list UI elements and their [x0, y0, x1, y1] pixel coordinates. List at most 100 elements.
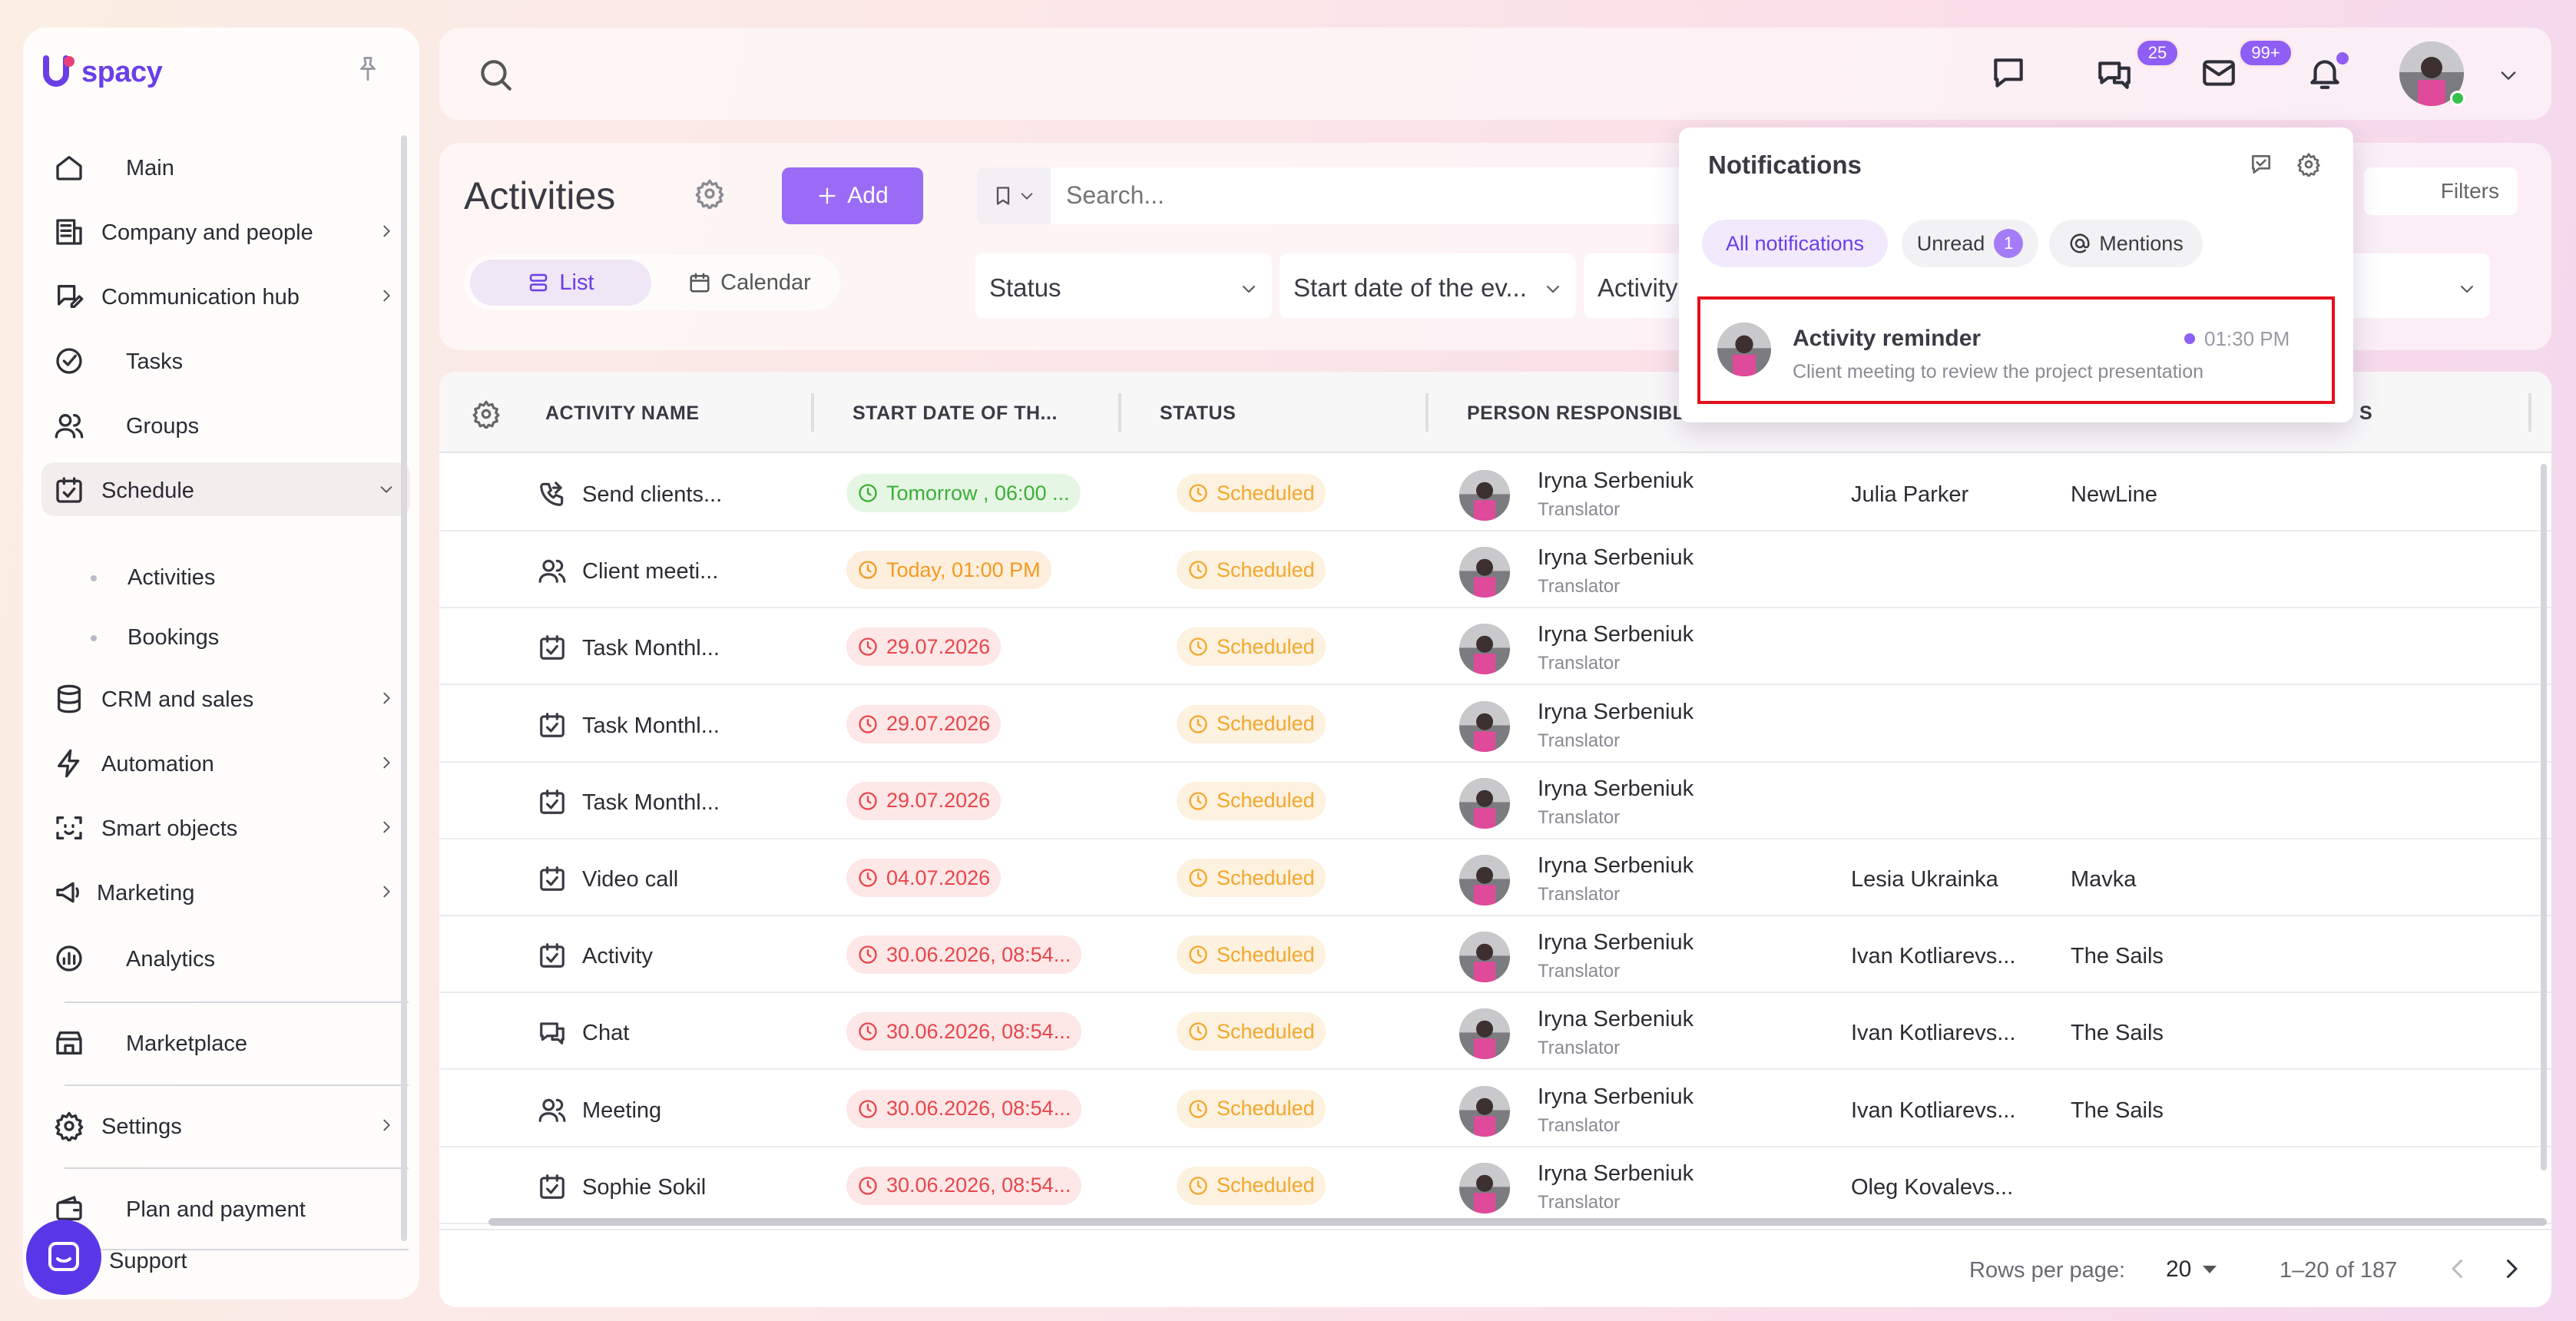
sidebar-item-communication[interactable]: Communication hub: [41, 269, 410, 323]
person-name[interactable]: Iryna Serbeniuk: [1538, 468, 1694, 494]
avatar[interactable]: [1459, 1162, 1510, 1213]
person-name[interactable]: Iryna Serbeniuk: [1538, 853, 1694, 879]
table-row[interactable]: Task Monthl... 29.07.2026 Scheduled Iryna S…: [439, 608, 2551, 686]
person-name[interactable]: Iryna Serbeniuk: [1538, 930, 1694, 955]
column-resizer[interactable]: [1118, 393, 1121, 432]
tab-unread[interactable]: Unread 1: [1902, 220, 2038, 267]
view-calendar-button[interactable]: Calendar: [665, 260, 834, 306]
person-name[interactable]: Iryna Serbeniuk: [1538, 1084, 1694, 1110]
tab-mentions[interactable]: Mentions: [2049, 220, 2203, 267]
mark-all-read-icon[interactable]: [2249, 152, 2273, 177]
filters-button[interactable]: Filters: [2364, 167, 2518, 215]
avatar[interactable]: [1459, 624, 1510, 675]
sidebar-item-smart-objects[interactable]: Smart objects: [41, 800, 410, 854]
company-name[interactable]: NewLine: [2071, 482, 2157, 508]
table-row[interactable]: Chat 30.06.2026, 08:54... Scheduled Iryna S…: [439, 993, 2551, 1071]
activity-name[interactable]: Task Monthl...: [582, 790, 720, 816]
company-name[interactable]: The Sails: [2071, 1098, 2164, 1124]
table-row[interactable]: Video call 04.07.2026 Scheduled Iryna Serbe…: [439, 839, 2551, 916]
activity-name[interactable]: Task Monthl...: [582, 636, 720, 661]
sidebar-item-settings[interactable]: Settings: [41, 1098, 410, 1152]
chats-button[interactable]: 25: [2095, 38, 2180, 92]
previous-page-button[interactable]: [2444, 1255, 2472, 1283]
activity-name[interactable]: Send clients...: [582, 482, 722, 508]
horizontal-scrollbar[interactable]: [488, 1218, 2547, 1226]
message-icon[interactable]: [1989, 54, 2028, 92]
activity-name[interactable]: Activity: [582, 944, 653, 969]
company-name[interactable]: The Sails: [2071, 1021, 2164, 1046]
person-name[interactable]: Iryna Serbeniuk: [1538, 622, 1694, 647]
sidebar-item-plan[interactable]: Plan and payment: [41, 1181, 410, 1235]
avatar[interactable]: [1459, 777, 1510, 829]
company-name[interactable]: Mavka: [2071, 867, 2136, 892]
start-date-filter[interactable]: Start date of the ev...: [1280, 253, 1576, 318]
vertical-scrollbar[interactable]: [2541, 464, 2547, 1170]
column-header-person-responsible[interactable]: PERSON RESPONSIBLE: [1467, 402, 1698, 425]
sidebar-item-analytics[interactable]: Analytics: [41, 931, 410, 985]
next-page-button[interactable]: [2498, 1255, 2525, 1283]
table-row[interactable]: Task Monthl... 29.07.2026 Scheduled Iryna S…: [439, 763, 2551, 839]
column-header-start-date[interactable]: START DATE OF TH...: [853, 402, 1058, 425]
tab-all-notifications[interactable]: All notifications: [1702, 220, 1888, 267]
avatar[interactable]: [1459, 700, 1510, 752]
person-name[interactable]: Iryna Serbeniuk: [1538, 1161, 1694, 1187]
table-row[interactable]: Task Monthl... 29.07.2026 Scheduled Iryna S…: [439, 686, 2551, 763]
bell-button[interactable]: [2306, 52, 2349, 92]
activity-name[interactable]: Video call: [582, 867, 678, 892]
activity-name[interactable]: Meeting: [582, 1098, 661, 1124]
sidebar-item-main[interactable]: Main: [41, 140, 410, 194]
company-name[interactable]: The Sails: [2071, 944, 2164, 969]
search-icon[interactable]: [476, 55, 515, 94]
support-chat-button[interactable]: [26, 1220, 101, 1295]
column-resizer[interactable]: [811, 393, 814, 432]
table-row[interactable]: Send clients... Tomorrow , 06:00 ... Sched…: [439, 455, 2551, 531]
gear-icon[interactable]: [472, 399, 501, 429]
support-label[interactable]: Support: [109, 1249, 187, 1274]
person-name[interactable]: Iryna Serbeniuk: [1538, 545, 1694, 571]
column-header-status[interactable]: STATUS: [1160, 402, 1236, 425]
table-row[interactable]: Meeting 30.06.2026, 08:54... Scheduled Iryn…: [439, 1071, 2551, 1147]
sidebar-item-schedule[interactable]: Schedule: [41, 462, 410, 516]
table-row[interactable]: Client meeti... Today, 01:00 PM Scheduled I…: [439, 531, 2551, 609]
column-header-more[interactable]: S: [2359, 402, 2372, 425]
sidebar-item-groups[interactable]: Groups: [41, 398, 410, 452]
search-input[interactable]: [1066, 181, 1604, 210]
rows-per-page-select[interactable]: 20: [2166, 1256, 2191, 1283]
contact-name[interactable]: Ivan Kotliarevs...: [1851, 1098, 2015, 1124]
avatar[interactable]: [1459, 1085, 1510, 1137]
sidebar-item-tasks[interactable]: Tasks: [41, 333, 410, 387]
avatar[interactable]: [1459, 855, 1510, 905]
avatar[interactable]: [1459, 470, 1510, 521]
sidebar-item-crm[interactable]: CRM and sales: [41, 671, 410, 725]
saved-filters-button[interactable]: [977, 167, 1051, 224]
view-list-button[interactable]: List: [470, 260, 651, 306]
column-resizer[interactable]: [2528, 393, 2531, 432]
contact-name[interactable]: Ivan Kotliarevs...: [1851, 944, 2015, 969]
avatar[interactable]: [1459, 547, 1510, 598]
status-filter[interactable]: Status: [975, 253, 1272, 318]
add-button[interactable]: Add: [782, 167, 923, 224]
sidebar-item-company[interactable]: Company and people: [41, 204, 410, 258]
column-header-activity-name[interactable]: ACTIVITY NAME: [545, 402, 700, 425]
sidebar-scrollbar[interactable]: [401, 135, 407, 1241]
pin-icon[interactable]: [355, 55, 381, 84]
contact-name[interactable]: Lesia Ukrainka: [1851, 867, 1998, 892]
contact-name[interactable]: Ivan Kotliarevs...: [1851, 1021, 2015, 1046]
activity-name[interactable]: Client meeti...: [582, 559, 718, 584]
sidebar-item-marketplace[interactable]: Marketplace: [41, 1015, 410, 1069]
sidebar-item-automation[interactable]: Automation: [41, 736, 410, 790]
caret-down-icon[interactable]: [2201, 1264, 2218, 1275]
person-name[interactable]: Iryna Serbeniuk: [1538, 700, 1694, 725]
gear-icon[interactable]: [694, 178, 725, 209]
person-name[interactable]: Iryna Serbeniuk: [1538, 776, 1694, 802]
sidebar-subitem-bookings[interactable]: Bookings: [41, 614, 410, 660]
activity-name[interactable]: Sophie Sokil: [582, 1175, 706, 1200]
activity-name[interactable]: Task Monthl...: [582, 713, 720, 739]
avatar[interactable]: [1459, 1008, 1510, 1060]
sidebar-item-marketing[interactable]: Marketing: [41, 865, 410, 919]
column-resizer[interactable]: [1425, 393, 1429, 432]
activity-name[interactable]: Chat: [582, 1021, 629, 1046]
contact-name[interactable]: Oleg Kovalevs...: [1851, 1175, 2013, 1200]
contact-name[interactable]: Julia Parker: [1851, 482, 1968, 508]
notification-item[interactable]: Activity reminder Client meeting to revi…: [1697, 296, 2335, 404]
